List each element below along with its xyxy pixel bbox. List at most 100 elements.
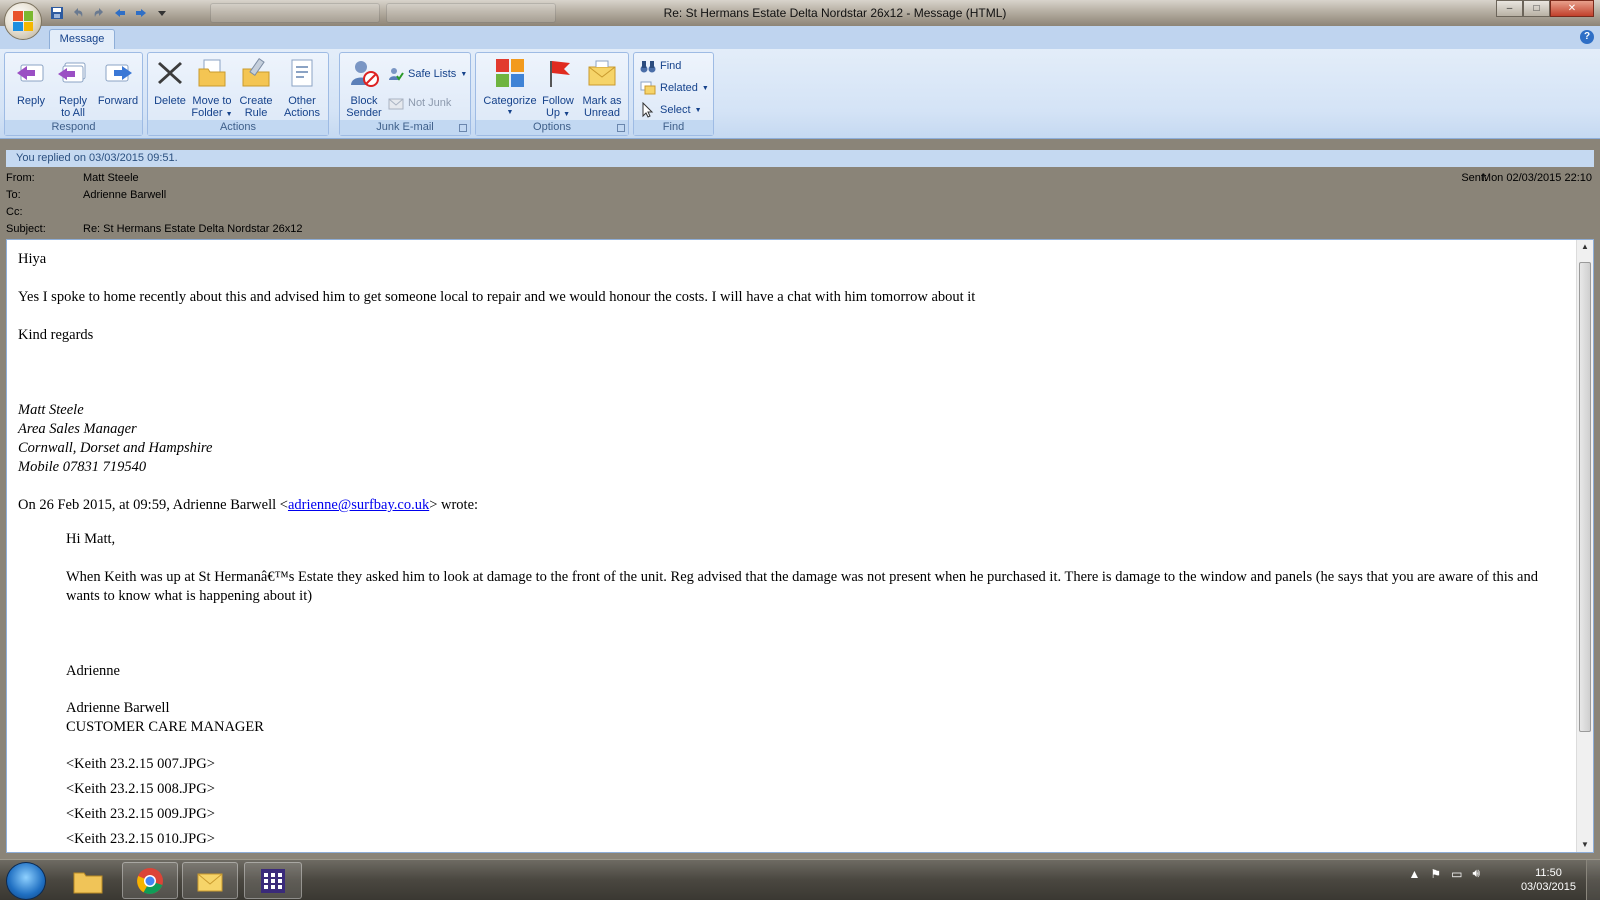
chrome-taskbar-button[interactable] (122, 862, 178, 899)
not-junk-button[interactable]: Not Junk (388, 94, 451, 112)
not-junk-icon (388, 98, 404, 110)
safe-lists-icon (389, 68, 404, 81)
related-label: Related (660, 82, 698, 94)
binoculars-icon (640, 61, 656, 73)
move-to-folder-label-1: Move to (192, 95, 232, 107)
show-desktop-button[interactable] (1586, 860, 1600, 900)
message-body[interactable]: Hiya Yes I spoke to home recently about … (6, 239, 1594, 853)
quote-intro-prefix: On 26 Feb 2015, at 09:59, Adrienne Barwe… (18, 497, 288, 513)
attachment-ref: <Keith 23.2.15 008.JPG> (66, 781, 215, 797)
reply-all-label-2: to All (61, 107, 85, 119)
dropdown-caret-icon: ▼ (694, 106, 702, 114)
attachment-ref: <Keith 23.2.15 009.JPG> (66, 806, 215, 822)
body-paragraph: Yes I spoke to home recently about this … (18, 289, 976, 305)
quote-paragraph: When Keith was up at St Hermanâ€™s Estat… (66, 569, 1538, 604)
tab-message[interactable]: Message (49, 29, 115, 50)
vertical-scrollbar[interactable]: ▲ ▼ (1576, 240, 1593, 852)
network-icon[interactable]: ▭ (1451, 867, 1462, 881)
categorize-label: Categorize (483, 95, 537, 107)
block-sender-label-2: Sender (346, 107, 382, 119)
create-rule-button[interactable]: Create Rule (234, 57, 278, 119)
options-group: Categorize ▼ Follow Up ▼ Mark as Unread … (475, 52, 629, 136)
quote-intro: On 26 Feb 2015, at 09:59, Adrienne Barwe… (18, 496, 1568, 515)
to-label: To: (6, 189, 21, 201)
other-actions-label-2: Actions (283, 107, 321, 119)
title-bar: Re: St Hermans Estate Delta Nordstar 26x… (0, 0, 1600, 40)
move-to-folder-button[interactable]: Move to Folder ▼ (190, 57, 234, 121)
actions-group-label: Actions (148, 120, 328, 135)
options-group-label: Options (476, 120, 628, 135)
to-value[interactable]: Adrienne Barwell (83, 189, 166, 201)
select-button[interactable]: Select ▼ (640, 101, 702, 119)
chrome-icon (137, 867, 163, 894)
move-to-folder-icon (198, 59, 226, 87)
block-sender-icon (351, 61, 379, 87)
forward-button[interactable]: Forward (96, 57, 140, 107)
attachment-ref: <Keith 23.2.15 010.JPG> (66, 831, 215, 847)
dropdown-caret-icon: ▼ (506, 109, 514, 116)
start-button[interactable] (6, 862, 46, 900)
dropdown-caret-icon: ▼ (563, 111, 571, 118)
create-rule-label-1: Create (239, 95, 273, 107)
find-button[interactable]: Find (640, 57, 681, 75)
dialog-launcher-icon[interactable] (459, 124, 467, 132)
scroll-thumb[interactable] (1579, 262, 1591, 732)
signature-mobile: Mobile 07831 719540 (18, 459, 147, 475)
signature-region: Cornwall, Dorset and Hampshire (18, 440, 213, 456)
minimize-button[interactable]: – (1496, 0, 1523, 17)
quote-signature-title: CUSTOMER CARE MANAGER (66, 719, 264, 735)
close-button[interactable]: ✕ (1550, 0, 1594, 17)
block-sender-label-1: Block (350, 95, 378, 107)
respond-group-label: Respond (5, 120, 142, 135)
calendar-app-taskbar-button[interactable] (244, 862, 302, 899)
scroll-down-icon[interactable]: ▼ (1577, 838, 1593, 852)
other-actions-label-1: Other (288, 95, 316, 107)
signature-title: Area Sales Manager (18, 421, 137, 437)
action-center-flag-icon[interactable]: ⚑ (1430, 867, 1441, 881)
find-group-label: Find (634, 120, 713, 135)
reply-info-bar: You replied on 03/03/2015 09:51. (6, 150, 1594, 167)
volume-icon[interactable]: 🔊︎ (1472, 866, 1480, 881)
safe-lists-label: Safe Lists (408, 68, 457, 80)
clock[interactable]: 11:50 03/03/2015 (1521, 866, 1576, 894)
cursor-icon (642, 102, 654, 118)
reply-all-button[interactable]: Reply to All (51, 57, 95, 119)
related-button[interactable]: Related ▼ (640, 79, 709, 97)
delete-button[interactable]: Delete (148, 57, 192, 107)
junk-email-group: Block Sender Safe Lists ▼ Not Junk Junk … (339, 52, 471, 136)
not-junk-label: Not Junk (408, 97, 452, 109)
explorer-taskbar-button[interactable] (60, 862, 116, 899)
categorize-button[interactable]: Categorize ▼ (482, 57, 538, 119)
delete-icon (158, 62, 182, 84)
from-value[interactable]: Matt Steele (83, 172, 139, 184)
follow-up-label-1: Follow (542, 95, 574, 107)
signature-name: Matt Steele (18, 402, 84, 418)
forward-icon (105, 64, 132, 82)
follow-up-button[interactable]: Follow Up ▼ (536, 57, 580, 121)
create-rule-icon (242, 58, 270, 87)
mark-as-unread-button[interactable]: Mark as Unread (580, 57, 624, 119)
office-button[interactable] (4, 2, 42, 40)
reply-icon (17, 64, 44, 82)
select-label: Select (660, 104, 691, 116)
dialog-launcher-icon[interactable] (617, 124, 625, 132)
help-icon[interactable]: ? (1580, 30, 1594, 44)
actions-group: Delete Move to Folder ▼ Create Rule Othe… (147, 52, 329, 136)
ribbon-tab-row: Message ? (0, 26, 1600, 50)
safe-lists-button[interactable]: Safe Lists ▼ (388, 65, 467, 83)
email-link[interactable]: adrienne@surfbay.co.uk (288, 497, 429, 513)
window-title: Re: St Hermans Estate Delta Nordstar 26x… (663, 6, 1007, 20)
scroll-up-icon[interactable]: ▲ (1577, 240, 1593, 254)
find-label: Find (660, 60, 682, 72)
reply-all-icon (58, 62, 86, 83)
maximize-button[interactable]: □ (1523, 0, 1550, 17)
cc-label: Cc: (6, 206, 23, 218)
show-hidden-icons-icon[interactable]: ▲ (1408, 867, 1420, 881)
from-label: From: (6, 172, 35, 184)
outlook-taskbar-button[interactable] (182, 862, 238, 899)
block-sender-button[interactable]: Block Sender (342, 57, 386, 119)
mark-as-unread-label-2: Unread (583, 107, 621, 119)
folder-icon (73, 872, 103, 893)
reply-button[interactable]: Reply (9, 57, 53, 107)
categorize-icon (496, 59, 524, 87)
